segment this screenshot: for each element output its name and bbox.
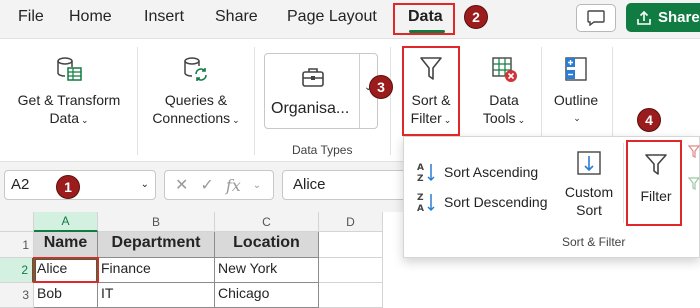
queries-label-2: Connections [152,110,231,126]
row-header-3[interactable]: 3 [0,283,34,308]
cell-d2[interactable] [319,258,383,283]
data-tools-label-1: Data [489,92,519,108]
tab-share[interactable]: Share [215,8,258,26]
row-header-1[interactable]: 1 [0,232,34,258]
insert-function-button[interactable]: fx [226,176,241,195]
filter-highlight [626,140,682,226]
cell-b2[interactable]: Finance [98,258,215,283]
comment-icon [587,10,605,26]
outline-label: Outline [553,92,599,108]
sort-ascending-icon: A Z [417,163,435,183]
cancel-icon[interactable]: ✕ [175,175,188,195]
gallery-divider [359,54,360,128]
data-types-group-label: Data Types [292,143,353,157]
name-box-value: A2 [11,176,30,193]
custom-sort-button[interactable]: Custom Sort [560,147,618,219]
data-type-value: Organisa... [271,100,350,117]
queries-label-1: Queries & [164,92,228,108]
svg-text:Z: Z [417,193,424,203]
database-icon [54,53,84,85]
formula-controls: ✕ ✓ fx ⌄ [164,170,274,200]
data-tools-icon [490,53,518,85]
column-header-d[interactable]: D [319,212,383,232]
step-badge-4: 4 [637,108,661,132]
chevron-down-icon: ⌄ [81,115,89,125]
svg-text:A: A [417,163,424,173]
data-tab-highlight [393,3,455,35]
cell-b1[interactable]: Department [98,232,215,258]
chevron-down-icon: ⌄ [517,115,526,125]
sort-descending-button[interactable]: Z A Sort Descending [416,191,548,213]
cell-c2[interactable]: New York [215,258,319,283]
tab-home[interactable]: Home [69,8,112,26]
ribbon-divider [254,47,255,155]
cell-b3[interactable]: IT [98,283,215,308]
cell-d3[interactable] [319,283,383,308]
sort-filter-group-label: Sort & Filter [562,235,626,249]
ribbon-divider [390,47,391,155]
column-header-b[interactable]: B [98,212,215,232]
row-header-2[interactable]: 2 [0,258,34,283]
column-header-c[interactable]: C [215,212,319,232]
reapply-filter-icon[interactable] [688,177,700,191]
custom-sort-label-2: Sort [576,202,602,218]
tab-insert[interactable]: Insert [144,8,184,26]
tab-page-layout[interactable]: Page Layout [287,8,377,26]
column-header-a[interactable]: A [34,212,98,232]
comments-button[interactable] [576,4,616,32]
chevron-down-icon: ⌄ [232,115,240,125]
briefcase-icon [302,68,324,87]
name-box[interactable]: A2 ⌄ [4,170,156,200]
share-button[interactable]: Share [626,3,700,32]
select-all-corner[interactable] [0,212,34,232]
menu-bar: File Home Insert Share Page Layout Data … [0,0,700,36]
svg-text:Z: Z [417,174,424,183]
chevron-down-icon[interactable]: ⌄ [253,180,261,191]
cell-d1[interactable] [319,232,383,258]
refresh-database-icon [181,53,211,85]
chevron-down-icon[interactable]: ⌄ [141,179,149,190]
step-badge-1: 1 [56,175,80,199]
cell-a1[interactable]: Name [34,232,98,258]
sort-descending-label: Sort Descending [444,194,548,210]
step-badge-2: 2 [464,5,488,29]
get-transform-label-2: Data [49,110,80,126]
share-button-label: Share [658,9,700,26]
cell-a2-highlight [33,257,99,283]
data-types-gallery[interactable]: Organisa... ⌄ [264,53,378,129]
formula-value: Alice [293,176,326,193]
dropdown-divider [623,143,624,223]
check-icon[interactable]: ✓ [200,175,213,195]
data-tools-label-2: Tools [482,110,516,126]
chevron-down-icon: ⌄ [573,113,581,123]
sort-ascending-label: Sort Ascending [444,164,539,180]
sort-filter-highlight [402,46,460,136]
get-transform-label-1: Get & Transform [17,92,121,108]
cell-c1[interactable]: Location [215,232,319,258]
cell-a3[interactable]: Bob [34,283,98,308]
sort-descending-icon: Z A [417,193,435,213]
share-icon [637,10,651,25]
outline-icon [562,53,590,85]
get-transform-data-button[interactable]: Get & Transform Data ⌄ [10,53,128,129]
tab-file[interactable]: File [18,8,44,26]
ribbon-divider [137,47,138,155]
custom-sort-label-1: Custom [564,184,614,200]
step-badge-3: 3 [369,75,393,99]
custom-sort-icon [576,147,602,179]
data-tools-button[interactable]: Data Tools ⌄ [476,53,532,129]
formula-input[interactable]: Alice [282,170,412,200]
outline-button[interactable]: Outline ⌄ [548,53,604,127]
sort-ascending-button[interactable]: A Z Sort Ascending [416,161,538,183]
cell-c3[interactable]: Chicago [215,283,319,308]
svg-text:A: A [417,204,424,213]
queries-connections-button[interactable]: Queries & Connections ⌄ [142,53,250,129]
clear-filter-icon[interactable] [688,145,700,159]
